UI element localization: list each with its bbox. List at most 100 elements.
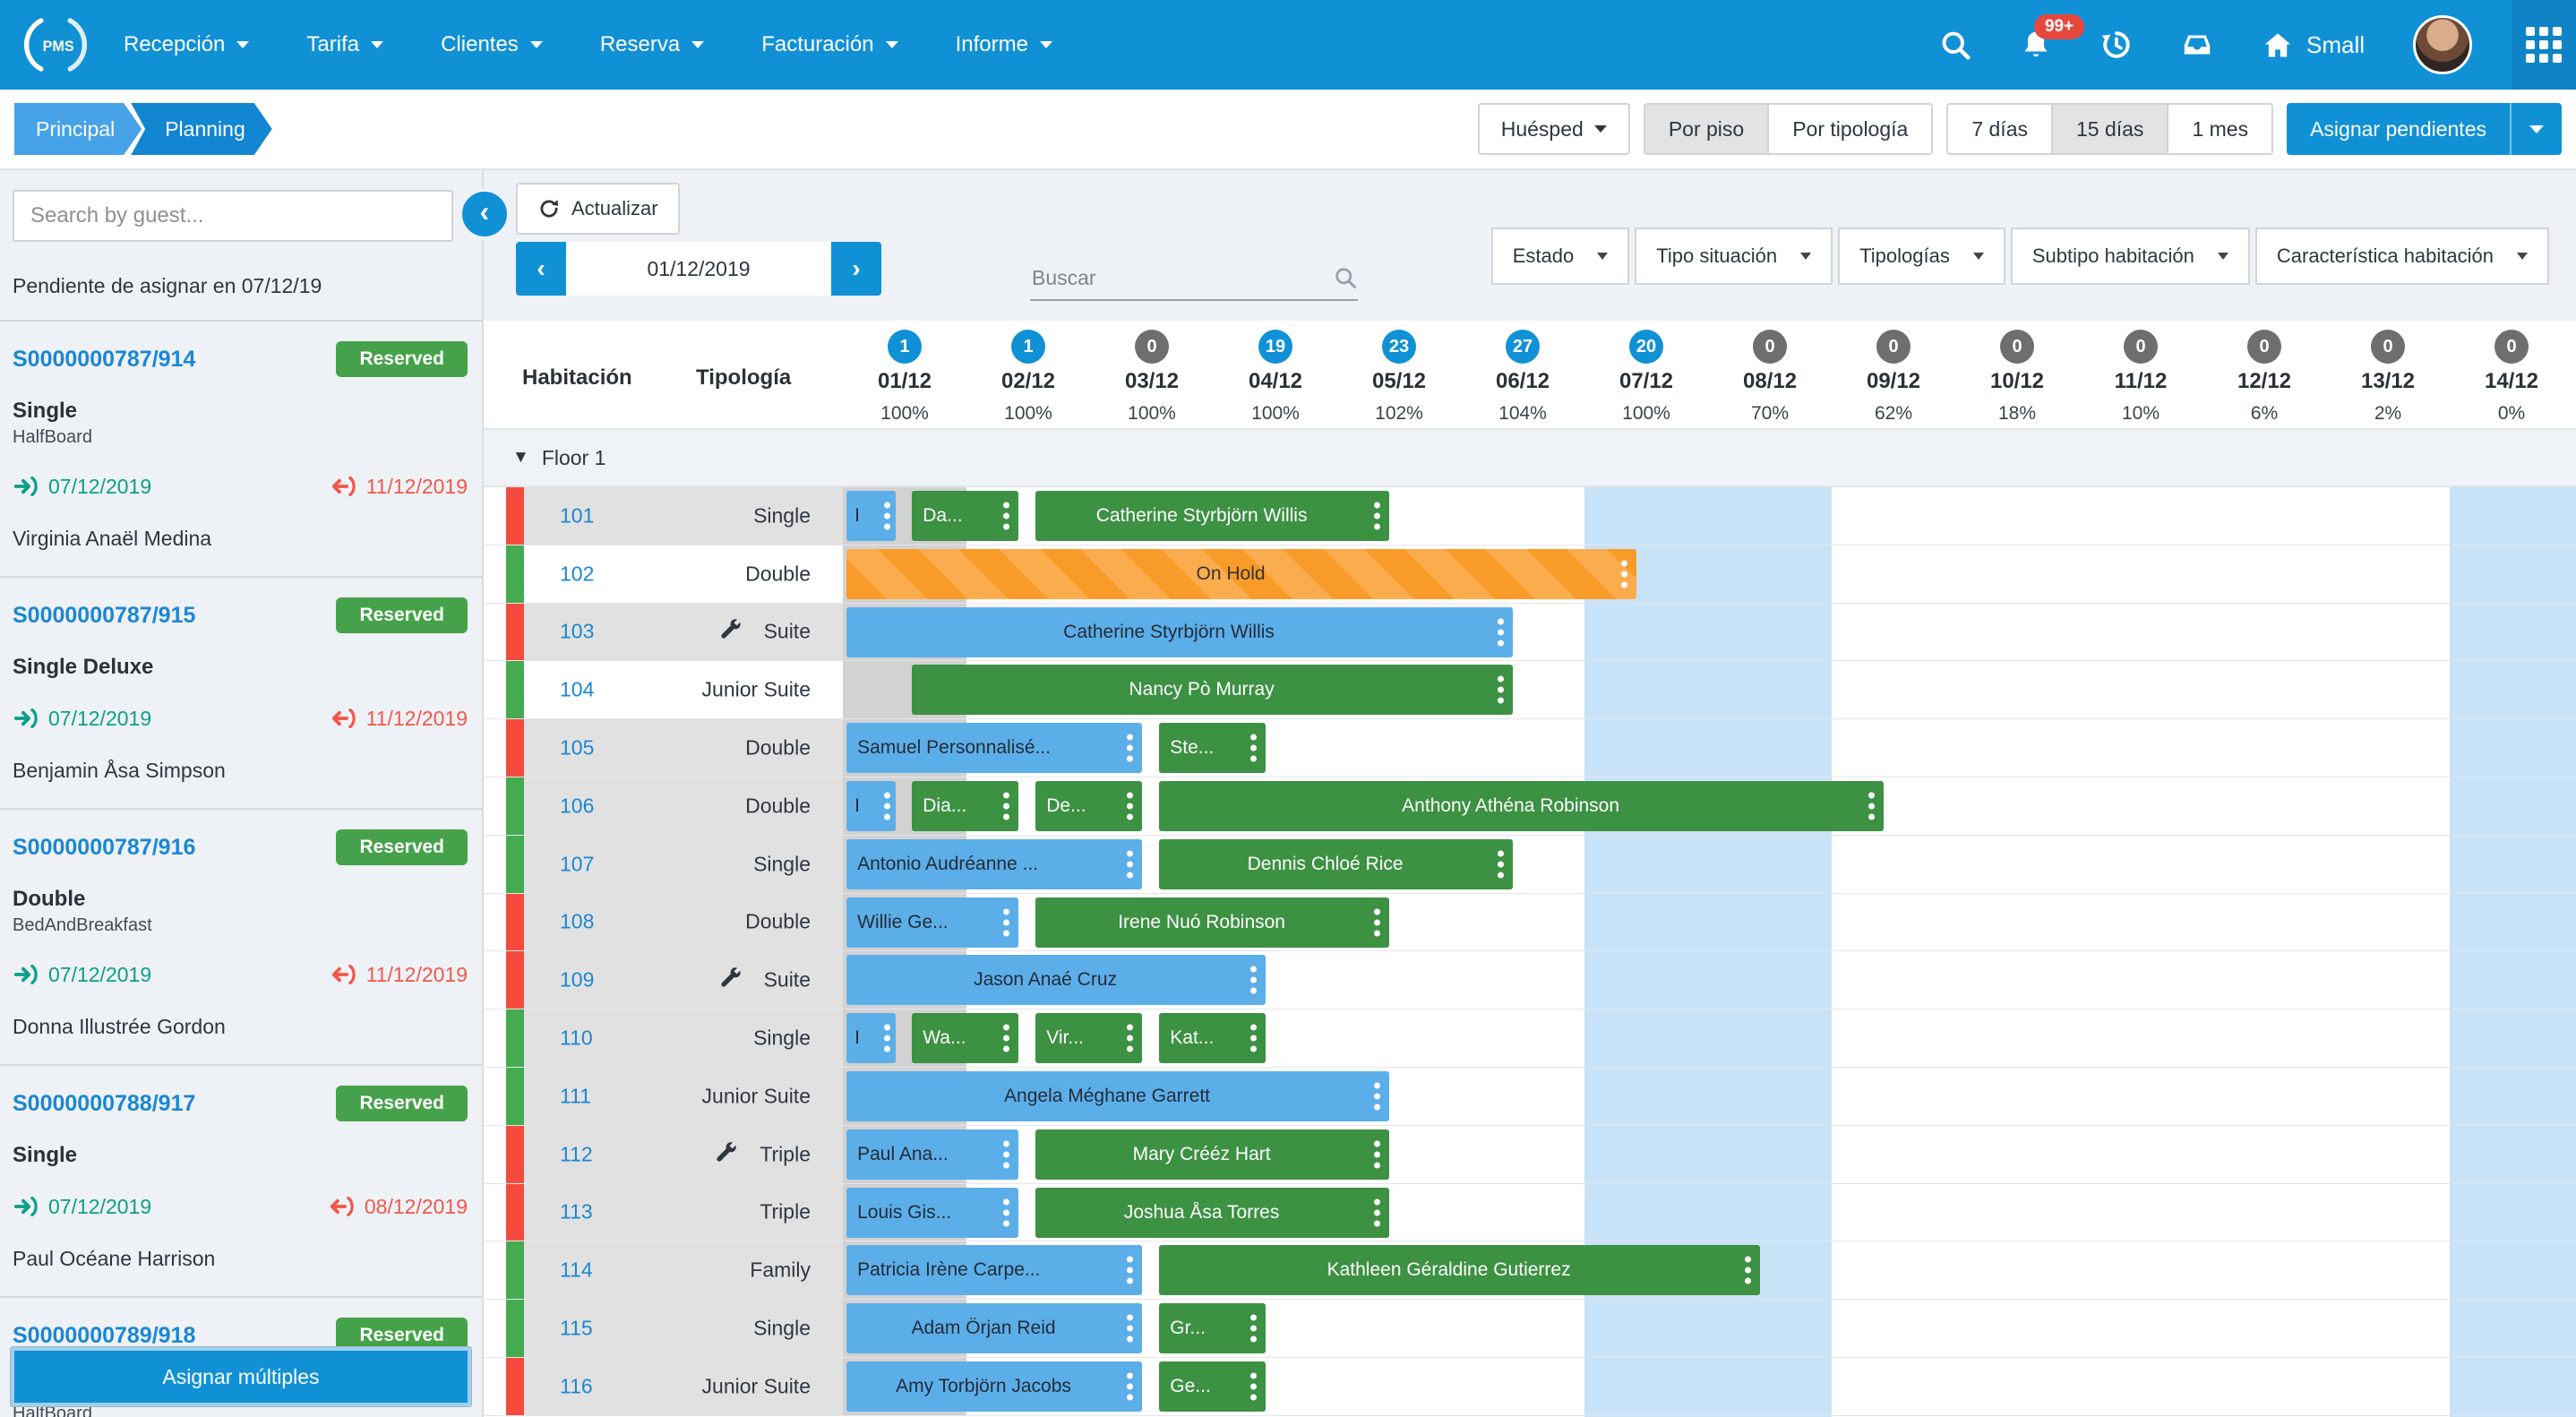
bar-menu-icon[interactable] bbox=[1127, 734, 1133, 762]
reservation-bar[interactable]: Nancy Pò Murray bbox=[912, 665, 1513, 715]
bar-menu-icon[interactable] bbox=[1003, 1198, 1009, 1226]
bar-menu-icon[interactable] bbox=[1250, 966, 1257, 994]
reservation-number-link[interactable]: S0000000788/917 bbox=[13, 1091, 195, 1117]
notifications-bell[interactable]: 99+ bbox=[2020, 29, 2052, 61]
bar-menu-icon[interactable] bbox=[1498, 676, 1504, 704]
reservation-number-link[interactable]: S0000000787/916 bbox=[13, 835, 195, 861]
reservation-bar[interactable]: Anthony Athéna Robinson bbox=[1159, 781, 1884, 831]
search-icon[interactable] bbox=[1939, 29, 1971, 61]
room-number-link[interactable]: 114 bbox=[560, 1258, 593, 1283]
on-hold-bar[interactable]: On Hold bbox=[846, 549, 1636, 599]
bar-menu-icon[interactable] bbox=[1003, 502, 1009, 530]
bar-menu-icon[interactable] bbox=[884, 502, 890, 530]
reservation-bar[interactable]: Vir... bbox=[1035, 1013, 1142, 1063]
reservation-bar[interactable]: Ge... bbox=[1159, 1361, 1266, 1412]
reservation-bar[interactable]: Louis Gis... bbox=[846, 1188, 1018, 1238]
reservation-card[interactable]: S0000000787/916ReservedDoubleBedAndBreak… bbox=[0, 810, 482, 1066]
bar-menu-icon[interactable] bbox=[1250, 1372, 1257, 1400]
room-number-link[interactable]: 110 bbox=[560, 1026, 593, 1051]
grid-search-input[interactable] bbox=[1030, 265, 1333, 291]
assign-pending-caret[interactable] bbox=[2510, 103, 2562, 155]
reservation-bar[interactable]: I bbox=[846, 1013, 896, 1063]
breadcrumb-planning[interactable]: Planning bbox=[131, 103, 272, 155]
reservation-bar[interactable]: Da... bbox=[912, 491, 1018, 541]
bar-menu-icon[interactable] bbox=[1250, 1315, 1257, 1343]
sidebar-collapse-button[interactable]: ‹ bbox=[459, 188, 511, 240]
bar-menu-icon[interactable] bbox=[1250, 1025, 1257, 1052]
bar-menu-icon[interactable] bbox=[1127, 1025, 1133, 1052]
room-number-link[interactable]: 108 bbox=[560, 910, 594, 934]
reservation-bar[interactable]: Jason Anaé Cruz bbox=[846, 955, 1266, 1005]
reservation-bar[interactable]: Irene Nuó Robinson bbox=[1035, 897, 1389, 948]
menu-item-clientes[interactable]: Clientes bbox=[441, 32, 543, 57]
reservation-bar[interactable]: Antonio Audréanne ... bbox=[846, 839, 1142, 889]
menu-item-informe[interactable]: Informe bbox=[956, 32, 1052, 57]
reservation-bar[interactable]: Paul Ana... bbox=[846, 1129, 1018, 1180]
guest-search-input[interactable] bbox=[13, 190, 453, 242]
bar-menu-icon[interactable] bbox=[1127, 1372, 1133, 1400]
room-number-link[interactable]: 102 bbox=[560, 562, 594, 586]
reservation-bar[interactable]: Dia... bbox=[912, 781, 1018, 831]
reservation-bar[interactable]: Wa... bbox=[912, 1013, 1018, 1063]
reservation-bar[interactable]: Ste... bbox=[1159, 723, 1266, 773]
menu-item-reserva[interactable]: Reserva bbox=[600, 32, 704, 57]
filter-característica-habitación[interactable]: Característica habitación bbox=[2255, 228, 2549, 285]
reservation-card[interactable]: S0000000788/917ReservedSingle07/12/20190… bbox=[0, 1066, 482, 1298]
bar-menu-icon[interactable] bbox=[1621, 560, 1627, 588]
room-number-link[interactable]: 112 bbox=[560, 1142, 593, 1166]
filter-subtipo-habitación[interactable]: Subtipo habitación bbox=[2011, 228, 2250, 285]
bar-menu-icon[interactable] bbox=[1868, 792, 1875, 820]
bar-menu-icon[interactable] bbox=[1003, 1140, 1009, 1168]
room-number-link[interactable]: 105 bbox=[560, 736, 594, 760]
room-number-link[interactable]: 106 bbox=[560, 794, 594, 818]
bar-menu-icon[interactable] bbox=[884, 792, 890, 820]
previous-date-button[interactable]: ‹ bbox=[516, 242, 566, 296]
room-number-link[interactable]: 101 bbox=[560, 503, 594, 528]
bar-menu-icon[interactable] bbox=[1374, 1198, 1380, 1226]
bar-menu-icon[interactable] bbox=[884, 1025, 890, 1052]
room-number-link[interactable]: 109 bbox=[560, 968, 594, 992]
reservation-bar[interactable]: I bbox=[846, 781, 896, 831]
reservation-bar[interactable]: Gr... bbox=[1159, 1303, 1266, 1353]
inbox-icon[interactable] bbox=[2181, 29, 2213, 61]
reservation-bar[interactable]: Catherine Styrbjörn Willis bbox=[846, 607, 1513, 657]
reservation-bar[interactable]: Willie Ge... bbox=[846, 897, 1018, 948]
menu-item-facturación[interactable]: Facturación bbox=[761, 32, 897, 57]
bar-menu-icon[interactable] bbox=[1498, 618, 1504, 646]
bar-menu-icon[interactable] bbox=[1745, 1257, 1751, 1284]
assign-multiple-button[interactable]: Asignar múltiples bbox=[11, 1347, 471, 1406]
range-button-1-mes[interactable]: 1 mes bbox=[2167, 105, 2271, 153]
bar-menu-icon[interactable] bbox=[1374, 1140, 1380, 1168]
next-date-button[interactable]: › bbox=[831, 242, 881, 296]
room-number-link[interactable]: 103 bbox=[560, 620, 594, 644]
view-button-por-piso[interactable]: Por piso bbox=[1645, 105, 1767, 153]
range-button-7-días[interactable]: 7 días bbox=[1948, 105, 2051, 153]
assign-pending-button[interactable]: Asignar pendientes bbox=[2287, 103, 2562, 155]
reservation-bar[interactable]: Kathleen Géraldine Gutierrez bbox=[1159, 1245, 1760, 1295]
reservation-bar[interactable]: Joshua Åsa Torres bbox=[1035, 1188, 1389, 1238]
reservation-bar[interactable]: Kat... bbox=[1159, 1013, 1266, 1063]
reservation-bar[interactable]: Samuel Personnalisé... bbox=[846, 723, 1142, 773]
floor-group-toggle[interactable]: ▼ Floor 1 bbox=[484, 430, 2576, 487]
view-button-por-tipología[interactable]: Por tipología bbox=[1767, 105, 1931, 153]
reservation-bar[interactable]: Angela Méghane Garrett bbox=[846, 1071, 1389, 1121]
reservation-bar[interactable]: Adam Örjan Reid bbox=[846, 1303, 1142, 1353]
reservation-bar[interactable]: Amy Torbjörn Jacobs bbox=[846, 1361, 1142, 1412]
bar-menu-icon[interactable] bbox=[1374, 1082, 1380, 1110]
property-selector[interactable]: Small bbox=[2262, 29, 2365, 61]
bar-menu-icon[interactable] bbox=[1003, 1025, 1009, 1052]
reservation-card[interactable]: S0000000787/914ReservedSingleHalfBoard07… bbox=[0, 322, 482, 578]
room-number-link[interactable]: 116 bbox=[560, 1374, 593, 1398]
reservation-number-link[interactable]: S0000000789/918 bbox=[13, 1323, 195, 1349]
menu-item-recepción[interactable]: Recepción bbox=[124, 32, 249, 57]
reservation-bar[interactable]: Mary Crééz Hart bbox=[1035, 1129, 1389, 1180]
filter-tipologías[interactable]: Tipologías bbox=[1838, 228, 2005, 285]
reservation-card[interactable]: S0000000787/915ReservedSingle Deluxe07/1… bbox=[0, 578, 482, 810]
bar-menu-icon[interactable] bbox=[1127, 850, 1133, 878]
bar-menu-icon[interactable] bbox=[1127, 1257, 1133, 1284]
bar-menu-icon[interactable] bbox=[1498, 850, 1504, 878]
bar-menu-icon[interactable] bbox=[1374, 502, 1380, 530]
guest-dropdown-button[interactable]: Huésped bbox=[1478, 103, 1630, 155]
filter-tipo-situación[interactable]: Tipo situación bbox=[1635, 228, 1833, 285]
range-button-15-días[interactable]: 15 días bbox=[2051, 105, 2167, 153]
